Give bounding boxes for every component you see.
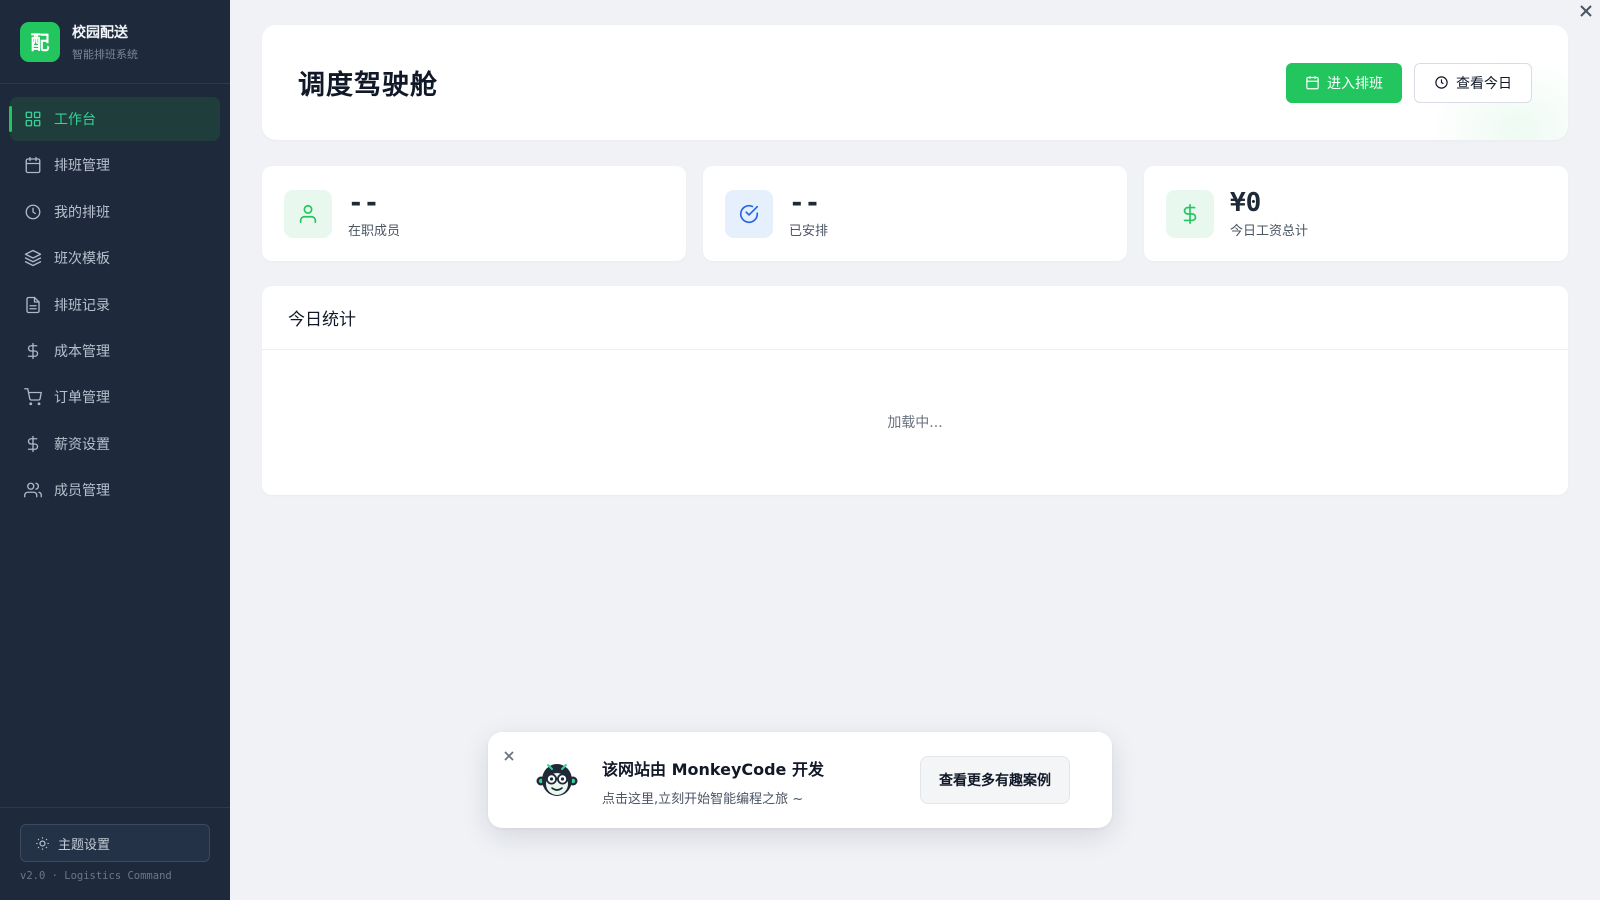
sidebar-item-label: 工作台 <box>54 112 96 128</box>
monkey-logo-icon <box>536 764 578 796</box>
brand-name: 校园配送 <box>72 24 128 41</box>
dollar-icon <box>24 435 42 453</box>
loading-text: 加载中... <box>887 415 943 431</box>
theme-settings-label: 主题设置 <box>58 837 111 853</box>
sidebar-item-order-management[interactable]: 订单管理 <box>10 375 220 419</box>
sidebar: 配 校园配送 智能排班系统 工作台 排班管理 我的排班 班次模板 排班记录 成本… <box>0 0 230 900</box>
sidebar-item-label: 班次模板 <box>54 251 110 268</box>
sidebar-footer: 主题设置 v2.0 · Logistics Command <box>0 807 230 900</box>
stat-card-active-members: -- 在职成员 <box>262 166 686 261</box>
cart-icon <box>24 388 42 406</box>
promo-subtitle: 点击这里,立刻开始智能编程之旅 ~ <box>602 792 804 807</box>
calendar-icon <box>1306 76 1319 90</box>
view-today-label: 查看今日 <box>1456 75 1512 92</box>
sun-icon <box>36 836 49 850</box>
document-icon <box>24 296 42 314</box>
stat-value: -- <box>348 188 380 218</box>
brand-subtitle: 智能排班系统 <box>72 47 138 61</box>
clock-icon <box>24 203 42 221</box>
dollar-icon <box>24 342 42 360</box>
stat-label: 已安排 <box>789 224 829 239</box>
close-icon[interactable] <box>1578 3 1594 19</box>
enter-schedule-button[interactable]: 进入排班 <box>1286 62 1402 103</box>
stat-card-today-wages: ¥0 今日工资总计 <box>1144 166 1568 261</box>
stat-value: -- <box>789 188 821 218</box>
clock-icon <box>1435 76 1448 89</box>
version-text: v2.0 · Logistics Command <box>20 870 172 882</box>
promo-title: 该网站由 MonkeyCode 开发 <box>602 760 824 779</box>
promo-text[interactable]: 该网站由 MonkeyCode 开发 点击这里,立刻开始智能编程之旅 ~ <box>602 756 824 807</box>
enter-schedule-label: 进入排班 <box>1327 75 1383 92</box>
sidebar-item-my-schedule[interactable]: 我的排班 <box>10 190 220 234</box>
sidebar-item-salary-settings[interactable]: 薪资设置 <box>10 422 220 466</box>
stat-label: 今日工资总计 <box>1230 224 1309 239</box>
view-today-button[interactable]: 查看今日 <box>1414 62 1532 103</box>
sidebar-item-label: 订单管理 <box>54 390 110 407</box>
page-title: 调度驾驶舱 <box>298 70 438 101</box>
dollar-icon <box>1166 189 1214 238</box>
sidebar-item-label: 排班管理 <box>54 158 110 175</box>
stat-body: -- 已安排 <box>789 188 828 239</box>
grid-icon <box>24 110 42 128</box>
main-content: 调度驾驶舱 进入排班 查看今日 -- 在职成员 -- 已安排 ¥0 今日工资总计… <box>262 25 1568 495</box>
close-icon[interactable] <box>504 746 516 761</box>
sidebar-item-label: 排班记录 <box>54 297 110 314</box>
promo-toast[interactable]: 该网站由 MonkeyCode 开发 点击这里,立刻开始智能编程之旅 ~ 查看更… <box>488 732 1112 828</box>
stat-body: -- 在职成员 <box>348 188 400 239</box>
brand: 配 校园配送 智能排班系统 <box>0 0 230 84</box>
user-icon <box>284 189 332 238</box>
layers-icon <box>24 249 42 267</box>
page-header: 调度驾驶舱 进入排班 查看今日 <box>262 25 1568 140</box>
theme-settings-button[interactable]: 主题设置 <box>20 824 210 862</box>
users-icon <box>24 481 42 499</box>
stat-body: ¥0 今日工资总计 <box>1230 188 1308 239</box>
panel-title: 今日统计 <box>262 286 1568 350</box>
sidebar-item-cost-management[interactable]: 成本管理 <box>10 329 220 373</box>
sidebar-nav: 工作台 排班管理 我的排班 班次模板 排班记录 成本管理 订单管理 薪资设置 成… <box>0 84 230 807</box>
header-actions: 进入排班 查看今日 <box>1286 62 1532 103</box>
stat-card-scheduled: -- 已安排 <box>703 166 1127 261</box>
sidebar-item-label: 成员管理 <box>54 483 110 500</box>
brand-logo: 配 <box>20 21 60 62</box>
today-stats-panel: 今日统计 加载中... <box>262 286 1568 495</box>
sidebar-item-schedule-management[interactable]: 排班管理 <box>10 143 220 187</box>
sidebar-item-shift-templates[interactable]: 班次模板 <box>10 236 220 280</box>
sidebar-item-label: 成本管理 <box>54 343 110 360</box>
sidebar-item-schedule-records[interactable]: 排班记录 <box>10 283 220 327</box>
stat-value: ¥0 <box>1230 188 1262 218</box>
stat-label: 在职成员 <box>348 224 401 239</box>
sidebar-item-label: 我的排班 <box>54 204 110 221</box>
calendar-icon <box>24 156 42 174</box>
sidebar-item-label: 薪资设置 <box>54 436 110 453</box>
brand-text: 校园配送 智能排班系统 <box>72 22 138 62</box>
sidebar-item-member-management[interactable]: 成员管理 <box>10 468 220 512</box>
sidebar-item-dashboard[interactable]: 工作台 <box>9 97 220 141</box>
view-more-cases-button[interactable]: 查看更多有趣案例 <box>920 756 1070 804</box>
stats-row: -- 在职成员 -- 已安排 ¥0 今日工资总计 <box>262 166 1568 261</box>
check-circle-icon <box>725 189 773 238</box>
